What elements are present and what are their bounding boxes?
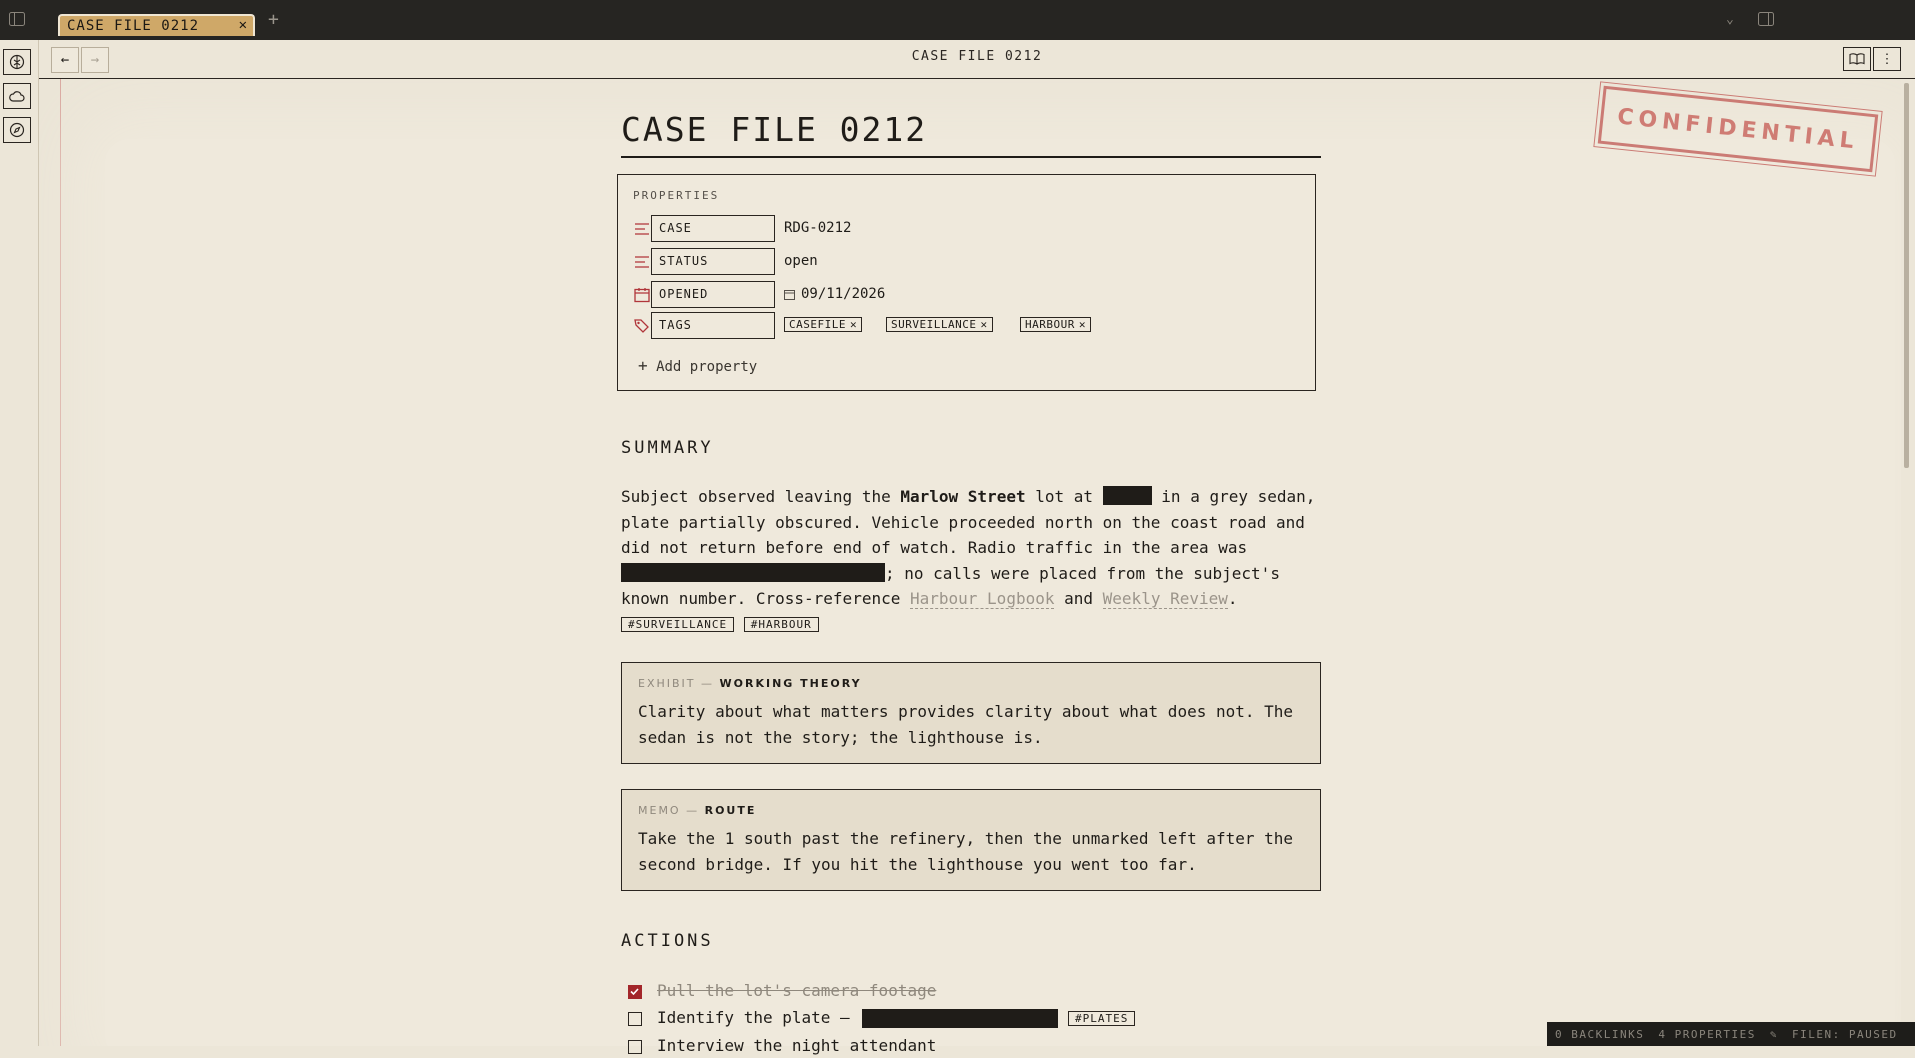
tab-close-icon[interactable]: ✕ [239, 17, 247, 33]
callout-title: ROUTE [704, 804, 757, 817]
property-value[interactable]: RDG-0212 [784, 220, 851, 236]
view-title: CASE FILE 0212 [911, 49, 1043, 64]
property-key[interactable]: CASE [651, 215, 775, 242]
hashtag[interactable]: #HARBOUR [743, 616, 819, 632]
properties-count[interactable]: 4 PROPERTIES [1658, 1028, 1755, 1041]
book-open-icon [1849, 53, 1865, 65]
date-field[interactable]: 09/11/2026 [784, 286, 885, 302]
graph-view-button[interactable] [3, 49, 31, 75]
property-value[interactable]: open [784, 253, 818, 269]
margin-rule [60, 79, 61, 1046]
remove-tag-icon[interactable]: ✕ [1079, 317, 1086, 332]
callout-header: MEMO — ROUTE [638, 804, 756, 817]
redacted-text [621, 562, 885, 582]
brain-icon [9, 54, 25, 70]
callout-exhibit[interactable]: EXHIBIT — WORKING THEORY Clarity about w… [621, 662, 1321, 764]
small-calendar-icon [784, 289, 795, 300]
tags-icon [634, 319, 649, 333]
sync-button[interactable] [3, 83, 31, 109]
pencil-icon[interactable]: ✎ [1770, 1028, 1778, 1041]
summary-text: lot at [1025, 487, 1103, 506]
redacted-text [1102, 486, 1152, 505]
new-tab-icon[interactable]: + [268, 9, 279, 30]
internal-link-weekly-review[interactable]: Weekly Review [1102, 589, 1228, 609]
property-case: CASE RDG-0212 [634, 215, 1304, 243]
task-checkbox[interactable] [628, 1012, 642, 1026]
tab-label: CASE FILE 0212 [67, 18, 200, 34]
callout-header: EXHIBIT — WORKING THEORY [638, 677, 862, 690]
summary-text: and [1054, 589, 1103, 608]
left-ribbon [0, 40, 39, 1046]
tag-chip-label: HARBOUR [1025, 318, 1075, 331]
remove-tag-icon[interactable]: ✕ [850, 317, 857, 332]
callout-body: Take the 1 south past the refinery, then… [638, 829, 1294, 874]
property-key[interactable]: TAGS [651, 312, 775, 339]
hashtag[interactable]: #PLATES [1068, 1011, 1136, 1026]
callout-body: Clarity about what matters provides clar… [638, 702, 1294, 747]
text-lines-icon [635, 223, 649, 235]
callout-kind: MEMO — [638, 804, 700, 817]
property-key[interactable]: STATUS [651, 248, 775, 275]
summary-text: Subject observed leaving the [621, 487, 901, 506]
summary-heading: SUMMARY [621, 438, 714, 458]
sync-status[interactable]: FILEN: PAUSED [1792, 1028, 1898, 1041]
compass-icon [9, 122, 25, 138]
more-options-button[interactable]: ⋮ [1873, 47, 1901, 71]
actions-heading: ACTIONS [621, 931, 714, 951]
summary-paragraph[interactable]: Subject observed leaving the Marlow Stre… [621, 484, 1321, 637]
redacted-text [862, 1009, 1058, 1028]
backlinks-count[interactable]: 0 BACKLINKS [1555, 1028, 1644, 1041]
plus-icon: + [638, 356, 648, 375]
calendar-icon [634, 288, 650, 303]
callout-memo[interactable]: MEMO — ROUTE Take the 1 south past the r… [621, 789, 1321, 891]
callout-title: WORKING THEORY [719, 677, 862, 690]
tag-chip[interactable]: HARBOUR ✕ [1020, 317, 1091, 332]
tag-chip-label: CASEFILE [789, 318, 846, 331]
callout-kind: EXHIBIT — [638, 677, 715, 690]
check-icon [630, 988, 639, 996]
property-opened: OPENED 09/11/2026 [634, 281, 1304, 309]
remove-tag-icon[interactable]: ✕ [980, 317, 987, 332]
properties-heading: PROPERTIES [633, 189, 720, 202]
task-text: Identify the plate — [657, 1008, 850, 1027]
cloud-icon [9, 91, 25, 102]
text-lines-icon [635, 256, 649, 268]
status-bar: 0 BACKLINKS 4 PROPERTIES ✎ FILEN: PAUSED [1547, 1022, 1915, 1046]
tag-chip[interactable]: SURVEILLANCE ✕ [886, 317, 993, 332]
tag-chip-label: SURVEILLANCE [891, 318, 977, 331]
property-key[interactable]: OPENED [651, 281, 775, 308]
title-bar: CASE FILE 0212 ✕ + ⌄ [0, 0, 1915, 40]
summary-bold: Marlow Street [900, 487, 1026, 506]
view-header: ← → CASE FILE 0212 ⋮ [39, 40, 1915, 79]
task-text: Pull the lot's camera footage [657, 981, 937, 1000]
properties-panel: PROPERTIES CASE RDG-0212 STATUS open OPE… [617, 174, 1316, 391]
property-tags: TAGS CASEFILE ✕ SURVEILLANCE ✕ HARBOUR ✕ [634, 312, 1304, 340]
add-property-label: Add property [656, 359, 758, 375]
property-value: 09/11/2026 [801, 286, 886, 302]
hashtag[interactable]: #SURVEILLANCE [621, 616, 735, 632]
tab-case-file[interactable]: CASE FILE 0212 ✕ [58, 14, 255, 36]
chevron-down-icon[interactable]: ⌄ [1726, 12, 1734, 28]
tag-chip[interactable]: CASEFILE ✕ [784, 317, 863, 332]
internal-link-harbour-logbook[interactable]: Harbour Logbook [909, 589, 1055, 609]
more-vertical-icon: ⋮ [1880, 51, 1894, 67]
property-status: STATUS open [634, 248, 1304, 276]
add-property-button[interactable]: + Add property [638, 356, 757, 375]
summary-text: . [1227, 589, 1238, 608]
note-title[interactable]: CASE FILE 0212 [621, 110, 1321, 158]
task-checkbox[interactable] [628, 1040, 642, 1054]
task-checkbox-checked[interactable] [628, 985, 642, 999]
explore-button[interactable] [3, 117, 31, 143]
right-sidebar-toggle-icon[interactable] [1758, 12, 1774, 29]
sidebar-toggle-icon[interactable] [9, 12, 25, 29]
reading-mode-button[interactable] [1843, 47, 1871, 71]
scrollbar[interactable] [1904, 83, 1909, 468]
